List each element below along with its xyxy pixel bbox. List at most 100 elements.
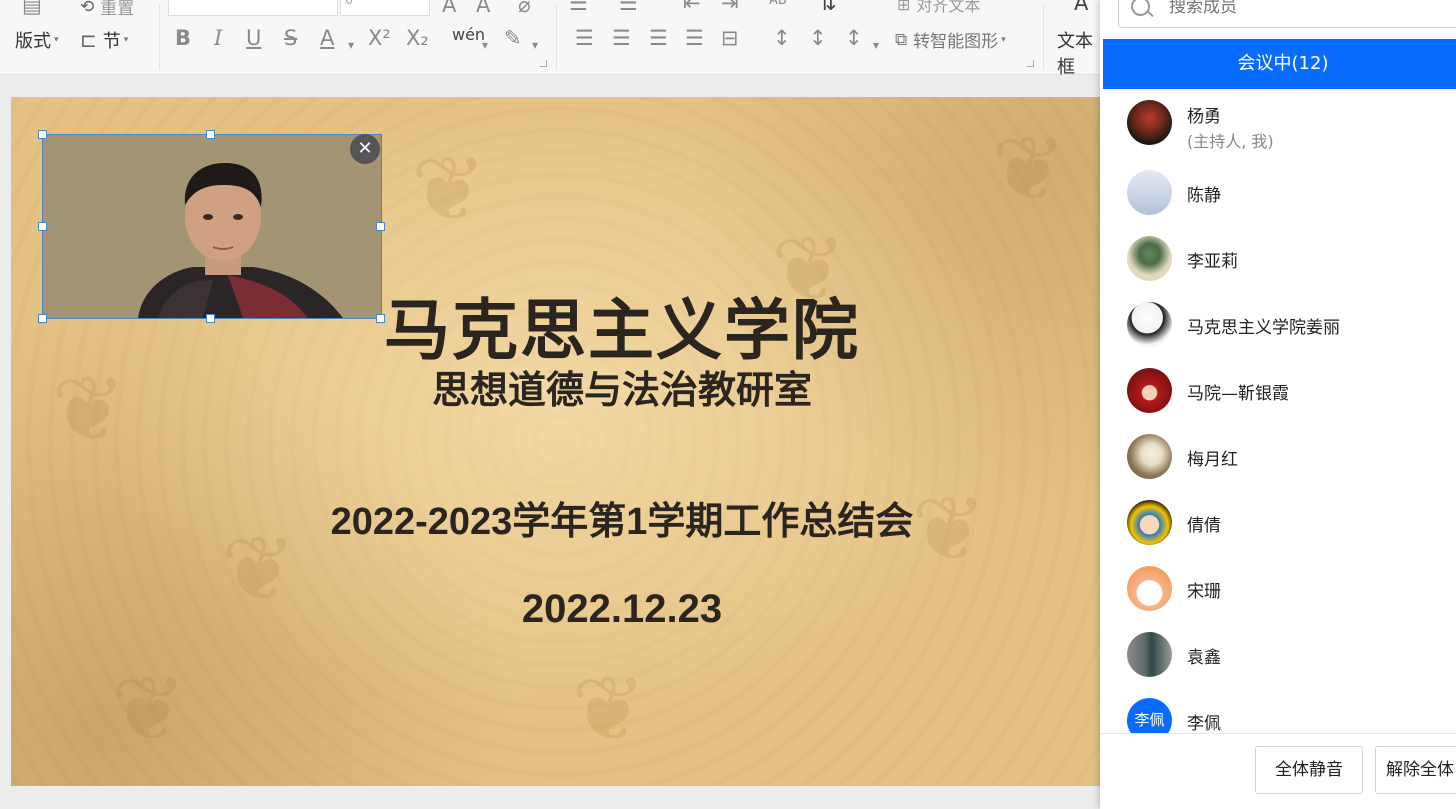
section-button[interactable]: ⊏ 节 ▾ bbox=[80, 27, 128, 53]
avatar bbox=[1127, 632, 1172, 677]
distribute-icon[interactable]: ⊟ bbox=[721, 25, 739, 51]
member-name: 梅月红 bbox=[1187, 450, 1238, 470]
increase-font-icon[interactable]: A bbox=[442, 0, 456, 18]
member-item[interactable]: 袁鑫 bbox=[1100, 622, 1456, 688]
highlight-icon[interactable]: ✎ bbox=[504, 25, 522, 51]
camera-video[interactable] bbox=[42, 134, 382, 319]
slide-subtitle: 思想道德与法治教研室 bbox=[431, 368, 812, 412]
chevron-down-icon: ▾ bbox=[123, 35, 129, 45]
font-color-icon[interactable]: A bbox=[320, 25, 334, 51]
member-name: 马克思主义学院姜丽 bbox=[1187, 318, 1340, 338]
chevron-down-icon[interactable]: ▾ bbox=[348, 32, 354, 58]
avatar bbox=[1127, 434, 1172, 479]
subscript-icon[interactable]: X₂ bbox=[406, 25, 429, 51]
reset-button[interactable]: ⟲ 重置 bbox=[80, 0, 134, 19]
member-item[interactable]: 倩倩 bbox=[1100, 490, 1456, 556]
font-size-select[interactable]: 0 bbox=[340, 0, 430, 16]
avatar bbox=[1127, 566, 1172, 611]
pinyin-icon[interactable]: wén bbox=[452, 22, 485, 48]
member-item[interactable]: 李亚莉 bbox=[1100, 226, 1456, 292]
mute-all-button[interactable]: 全体静音 bbox=[1255, 746, 1363, 794]
decrease-font-icon[interactable]: A bbox=[476, 0, 490, 18]
section-icon: ⊏ bbox=[80, 28, 97, 52]
numbered-list-icon[interactable]: ☰ bbox=[619, 0, 638, 16]
resize-handle-sw[interactable] bbox=[38, 314, 47, 323]
member-search-input[interactable] bbox=[1167, 0, 1451, 19]
clear-format-icon[interactable]: ⌀ bbox=[518, 0, 531, 18]
meeting-name: 2022-2023学年第1学期工作总结会 bbox=[330, 501, 914, 543]
resize-handle-w[interactable] bbox=[38, 222, 47, 231]
member-search-box[interactable] bbox=[1118, 0, 1456, 28]
person-video-frame bbox=[43, 135, 381, 318]
ornament-icon: ❦ bbox=[111, 657, 187, 762]
member-item[interactable]: 宋珊 bbox=[1100, 556, 1456, 622]
member-list: 杨勇 (主持人, 我) 陈静 李亚莉 马克思主义学院姜丽 马院—靳银霞 梅月红 … bbox=[1100, 90, 1456, 733]
ornament-icon: ❦ bbox=[411, 137, 487, 242]
member-item[interactable]: 马院—靳银霞 bbox=[1100, 358, 1456, 424]
align-left-icon[interactable]: ☰ bbox=[575, 25, 594, 51]
close-video-button[interactable]: ✕ bbox=[350, 134, 380, 164]
member-name: 马院—靳银霞 bbox=[1187, 384, 1289, 404]
smart-shape-button[interactable]: ⧉ 转智能图形 ▾ bbox=[895, 27, 1006, 53]
avatar bbox=[1127, 100, 1172, 145]
chevron-down-icon[interactable]: ▾ bbox=[482, 32, 488, 58]
paragraph-group: ☰ ☰ ⇤ ⇥ AB ⇅ ⊞ 对齐文本 ☰ ☰ ☰ ☰ ⊟ ↕ ↕ ↕ ▾ ⧉ 转智… bbox=[557, 0, 1042, 74]
member-role: (主持人, 我) bbox=[1187, 132, 1274, 151]
resize-handle-e[interactable] bbox=[376, 222, 385, 231]
avatar: 李佩 bbox=[1127, 698, 1172, 733]
ornament-icon: ❦ bbox=[991, 117, 1067, 222]
text-direction-icon[interactable]: AB bbox=[769, 0, 787, 14]
textbox-group: A 文本框 bbox=[1044, 0, 1104, 78]
member-name: 李佩 bbox=[1187, 714, 1221, 733]
italic-icon[interactable]: I bbox=[214, 25, 222, 51]
member-item[interactable]: 马克思主义学院姜丽 bbox=[1100, 292, 1456, 358]
chevron-down-icon: ▾ bbox=[1001, 34, 1006, 45]
superscript-icon[interactable]: X² bbox=[368, 25, 391, 51]
align-right-icon[interactable]: ☰ bbox=[649, 25, 668, 51]
member-item[interactable]: 李佩 李佩 bbox=[1100, 688, 1456, 733]
slide[interactable]: ❦ ❦ ❦ ❦ ❦ ❦ ❦ ❦ 马克思主义学院 思想道德与法治教研室 2022-… bbox=[11, 97, 1108, 786]
unmute-all-button[interactable]: 解除全体 bbox=[1375, 746, 1456, 794]
align-center-icon[interactable]: ☰ bbox=[612, 25, 631, 51]
resize-handle-nw[interactable] bbox=[38, 130, 47, 139]
member-item[interactable]: 杨勇 (主持人, 我) bbox=[1100, 90, 1456, 156]
resize-handle-s[interactable] bbox=[206, 314, 215, 323]
textbox-icon[interactable]: A bbox=[1074, 0, 1088, 16]
line-spacing-icon[interactable]: ↕ bbox=[773, 25, 791, 51]
increase-indent-icon[interactable]: ⇥ bbox=[721, 0, 739, 16]
spacing-options-icon[interactable]: ↕ bbox=[845, 25, 863, 51]
align-text-icon: ⊞ bbox=[897, 0, 911, 14]
close-icon: ✕ bbox=[357, 138, 373, 159]
tab-in-meeting[interactable]: 会议中(12) bbox=[1103, 39, 1456, 89]
member-name: 袁鑫 bbox=[1187, 648, 1221, 668]
font-name-select[interactable] bbox=[168, 0, 338, 16]
sort-icon[interactable]: ⇅ bbox=[819, 0, 837, 16]
chevron-down-icon[interactable]: ▾ bbox=[873, 32, 879, 58]
member-item[interactable]: 陈静 bbox=[1100, 160, 1456, 226]
textbox-button[interactable]: 文本框 bbox=[1057, 27, 1104, 79]
reset-icon: ⟲ bbox=[80, 0, 95, 17]
bold-icon[interactable]: B bbox=[175, 25, 191, 51]
member-name: 杨勇 bbox=[1187, 107, 1221, 127]
layout-button[interactable]: 版式 ▾ bbox=[15, 27, 59, 53]
resize-handle-n[interactable] bbox=[206, 130, 215, 139]
member-item[interactable]: 梅月红 bbox=[1100, 424, 1456, 490]
member-name: 宋珊 bbox=[1187, 582, 1221, 602]
font-group: 0 A A ⌀ B I U S A ▾ X² X₂ wén ▾ ✎ ▾ bbox=[160, 0, 555, 74]
strikethrough-icon[interactable]: S bbox=[284, 25, 297, 51]
font-dialog-launcher[interactable] bbox=[540, 60, 547, 67]
underline-icon[interactable]: U bbox=[246, 25, 261, 51]
member-name: 陈静 bbox=[1187, 186, 1221, 206]
layout-icon[interactable]: ▤ bbox=[22, 0, 42, 18]
resize-handle-se[interactable] bbox=[376, 314, 385, 323]
paragraph-spacing-icon[interactable]: ↕ bbox=[809, 25, 827, 51]
chevron-down-icon[interactable]: ▾ bbox=[532, 32, 538, 58]
decrease-indent-icon[interactable]: ⇤ bbox=[683, 0, 701, 16]
align-text-button[interactable]: ⊞ 对齐文本 bbox=[897, 0, 980, 16]
bullet-list-icon[interactable]: ☰ bbox=[569, 0, 588, 16]
member-name: 李亚莉 bbox=[1187, 252, 1238, 272]
paragraph-dialog-launcher[interactable] bbox=[1027, 60, 1034, 67]
members-panel: 会议中(12) 杨勇 (主持人, 我) 陈静 李亚莉 马克思主义学院姜丽 马院—… bbox=[1100, 0, 1456, 809]
ornament-icon: ❦ bbox=[571, 657, 647, 762]
justify-icon[interactable]: ☰ bbox=[685, 25, 704, 51]
